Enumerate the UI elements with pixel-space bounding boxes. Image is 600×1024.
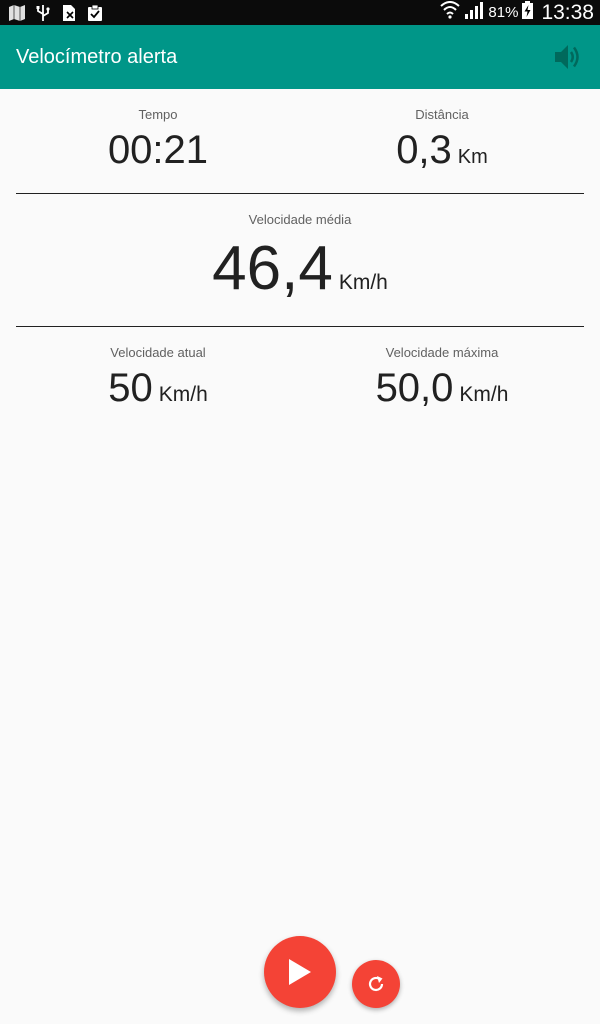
current-speed-label: Velocidade atual bbox=[110, 345, 206, 360]
wifi-icon bbox=[440, 1, 461, 24]
status-bar: 81% 13:38 bbox=[0, 0, 600, 25]
max-speed-value: 50,0 bbox=[375, 366, 454, 410]
status-bar-system: 81% 13:38 bbox=[440, 1, 594, 25]
battery-charging-icon bbox=[522, 1, 534, 24]
volume-button[interactable] bbox=[552, 41, 584, 73]
volume-icon bbox=[555, 45, 579, 69]
app-title: Velocímetro alerta bbox=[16, 45, 178, 68]
reset-button[interactable] bbox=[352, 960, 400, 1008]
no-sim-icon bbox=[60, 4, 78, 21]
status-bar-notifications bbox=[8, 4, 104, 21]
max-speed-stat: Velocidade máxima 50,0 Km/h bbox=[300, 345, 584, 411]
clipboard-check-icon bbox=[86, 4, 104, 21]
distance-value: 0,3 bbox=[396, 128, 452, 172]
current-speed-unit: Km/h bbox=[158, 383, 208, 406]
stats-panel: Tempo 00:21 Distância 0,3 Km Velocidade … bbox=[0, 89, 600, 411]
usb-icon bbox=[34, 4, 52, 21]
maps-icon bbox=[8, 4, 26, 21]
stats-row-average-speed: Velocidade média 46,4 Km/h bbox=[16, 194, 584, 327]
average-speed-unit: Km/h bbox=[338, 271, 388, 294]
play-icon bbox=[289, 959, 311, 985]
refresh-icon bbox=[368, 976, 384, 992]
time-stat: Tempo 00:21 bbox=[16, 107, 300, 193]
time-value: 00:21 bbox=[107, 128, 209, 172]
average-speed-stat: Velocidade média 46,4 Km/h bbox=[16, 212, 584, 326]
distance-stat: Distância 0,3 Km bbox=[300, 107, 584, 193]
average-speed-value: 46,4 bbox=[212, 234, 333, 303]
signal-icon bbox=[464, 1, 484, 24]
time-label: Tempo bbox=[138, 107, 178, 122]
battery-percent: 81% bbox=[488, 4, 519, 21]
clock: 13:38 bbox=[541, 0, 594, 24]
app-bar: Velocímetro alerta bbox=[0, 25, 600, 89]
current-speed-stat: Velocidade atual 50 Km/h bbox=[16, 345, 300, 411]
distance-label: Distância bbox=[415, 107, 469, 122]
stats-row-time-distance: Tempo 00:21 Distância 0,3 Km bbox=[16, 89, 584, 194]
start-button[interactable] bbox=[264, 936, 336, 1008]
max-speed-label: Velocidade máxima bbox=[385, 345, 499, 360]
max-speed-unit: Km/h bbox=[459, 383, 509, 406]
distance-unit: Km bbox=[457, 146, 488, 168]
average-speed-label: Velocidade média bbox=[248, 212, 352, 227]
stats-row-current-max-speed: Velocidade atual 50 Km/h Velocidade máxi… bbox=[16, 327, 584, 411]
current-speed-value: 50 bbox=[108, 366, 153, 410]
